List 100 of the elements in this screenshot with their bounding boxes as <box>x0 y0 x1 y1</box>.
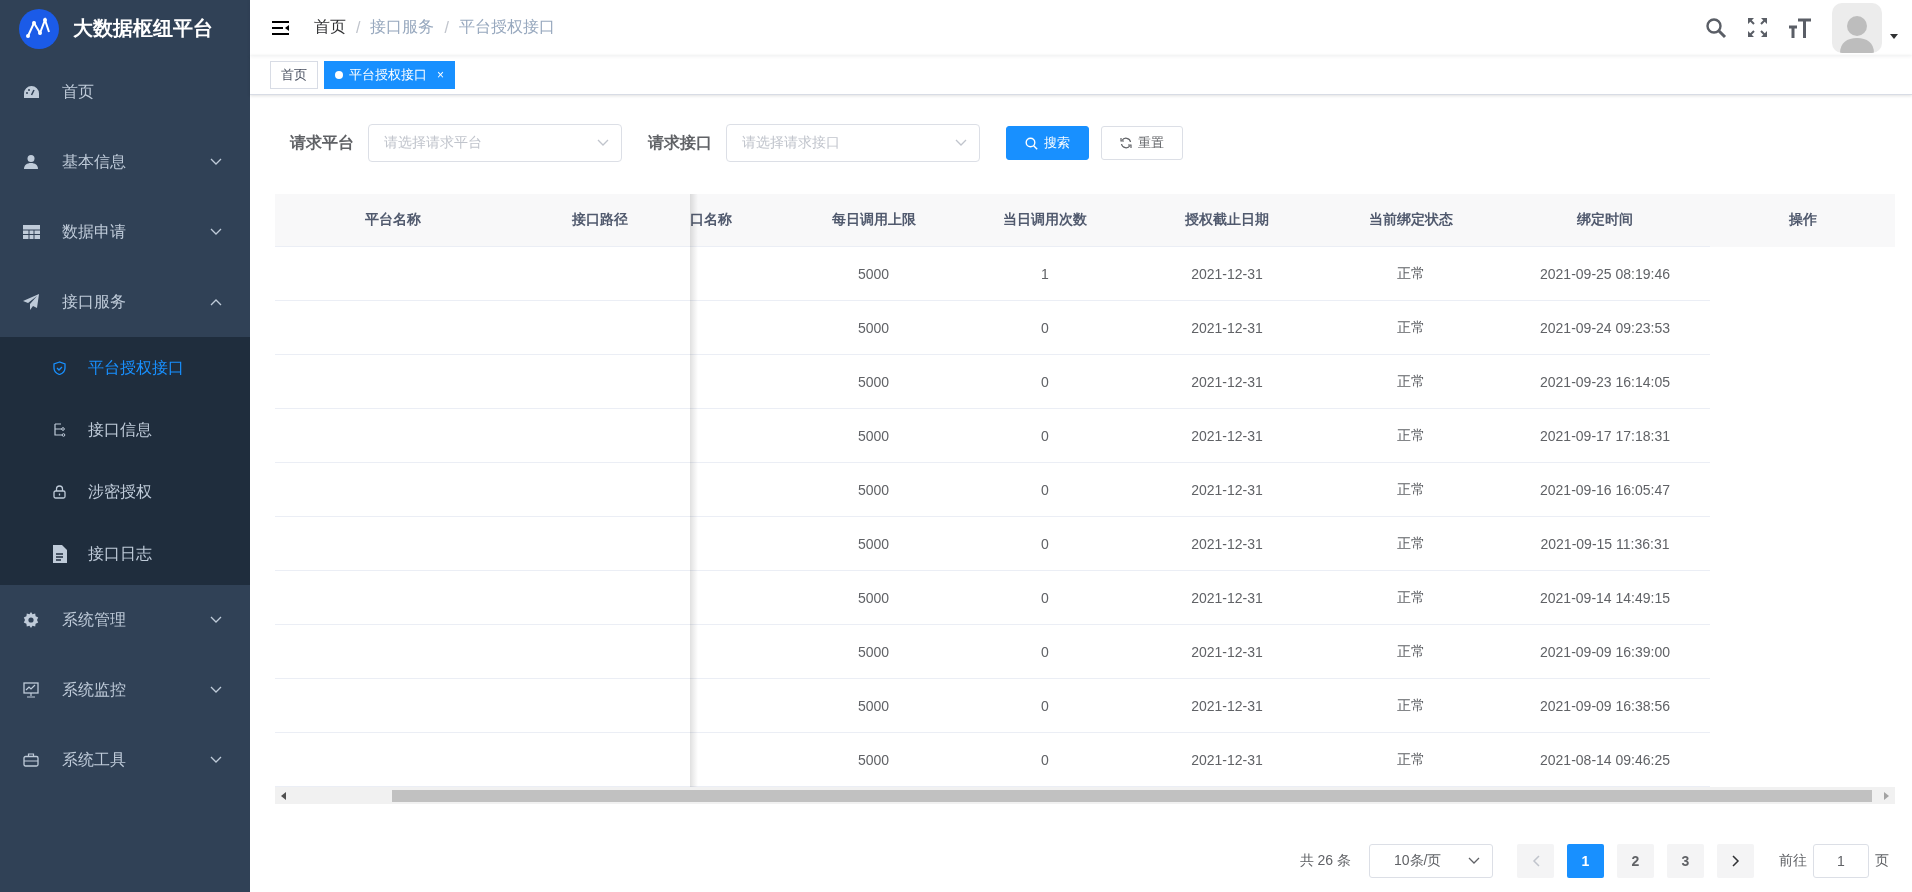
search-icon[interactable] <box>1705 16 1727 39</box>
shield-icon <box>52 361 66 375</box>
column-header: 接口路径 <box>572 211 628 229</box>
table-cell: 2021-12-31 <box>1191 751 1263 768</box>
table-cell: 0 <box>1041 535 1049 552</box>
goto-label: 前往 <box>1779 852 1807 870</box>
page-size-select[interactable]: 10条/页 <box>1369 844 1493 878</box>
chevron-right-icon <box>1731 855 1740 867</box>
table-cell: 正常 <box>1396 750 1425 769</box>
fullscreen-icon[interactable] <box>1747 17 1768 39</box>
table-cell: 5000 <box>857 589 890 606</box>
breadcrumb-item: 接口服务 <box>370 17 435 38</box>
menu-item[interactable]: 接口服务 <box>0 267 250 337</box>
table-cell: 5000 <box>857 265 890 282</box>
table-cell: 正常 <box>1396 480 1425 499</box>
table-cell: 正常 <box>1396 696 1425 715</box>
column-header: 授权截止日期 <box>1185 211 1269 229</box>
table-cell: 2021-09-25 08:19:46 <box>1540 265 1670 282</box>
table-cell: 0 <box>1041 697 1049 714</box>
reset-button[interactable]: 重置 <box>1101 126 1183 160</box>
field-label: 请求接口 <box>648 132 712 153</box>
refresh-icon <box>1120 137 1132 149</box>
total-count: 共 26 条 <box>1299 852 1351 870</box>
chevron-left-icon <box>1531 855 1540 867</box>
submenu-item[interactable]: 平台授权接口 <box>0 337 250 399</box>
gear-icon <box>23 612 39 628</box>
table-cell: 2021-09-15 11:36:31 <box>1540 535 1670 552</box>
table-cell: 2021-09-14 14:49:15 <box>1540 589 1670 606</box>
table-cell: 2021-09-17 17:18:31 <box>1540 427 1670 444</box>
table-cell: 正常 <box>1396 588 1425 607</box>
table-cell: 1 <box>1041 265 1049 282</box>
column-header: 口名称 <box>690 211 732 229</box>
table-cell: 2021-09-24 09:23:53 <box>1540 319 1670 336</box>
lock-icon <box>52 485 66 499</box>
page-button[interactable]: 2 <box>1617 844 1654 878</box>
breadcrumb-item[interactable]: 首页 <box>314 17 346 39</box>
column-header: 绑定时间 <box>1577 211 1633 229</box>
table-cell: 5000 <box>857 427 890 444</box>
chevron-down-icon <box>210 756 222 764</box>
column-header: 当前绑定状态 <box>1368 211 1453 229</box>
table-cell: 5000 <box>857 751 890 768</box>
page-button[interactable]: 3 <box>1667 844 1704 878</box>
menu-item[interactable]: 系统监控 <box>0 655 250 725</box>
table-cell: 2021-12-31 <box>1191 265 1263 282</box>
table-cell: 0 <box>1041 481 1049 498</box>
table-cell: 5000 <box>857 643 890 660</box>
menu-item[interactable]: 数据申请 <box>0 197 250 267</box>
breadcrumb-item: 平台授权接口 <box>458 17 555 38</box>
table-cell: 正常 <box>1396 534 1425 553</box>
table-cell: 0 <box>1041 319 1049 336</box>
table-cell: 5000 <box>857 535 890 552</box>
column-header: 平台名称 <box>364 211 421 229</box>
table-cell: 0 <box>1041 643 1049 660</box>
table-cell: 正常 <box>1396 372 1425 391</box>
submenu-item[interactable]: 涉密授权 <box>0 461 250 523</box>
menu-item[interactable]: 基本信息 <box>0 127 250 197</box>
menu-item[interactable]: 系统工具 <box>0 725 250 795</box>
app-title: 大数据枢纽平台 <box>73 16 213 41</box>
chevron-up-icon <box>210 298 222 306</box>
breadcrumb-separator: / <box>356 18 361 37</box>
next-page-button[interactable] <box>1717 844 1754 878</box>
page-input[interactable]: 1 <box>1813 844 1869 878</box>
document-icon <box>51 545 67 563</box>
search-icon <box>1025 136 1038 150</box>
table-cell: 0 <box>1041 427 1049 444</box>
table-cell: 0 <box>1041 589 1049 606</box>
page-suffix: 页 <box>1875 852 1889 870</box>
dot-icon <box>335 70 343 79</box>
breadcrumb-separator: / <box>444 18 449 37</box>
table-cell: 正常 <box>1396 426 1425 445</box>
table-cell: 0 <box>1041 751 1049 768</box>
menu-item[interactable]: 首页 <box>0 57 250 127</box>
table-cell: 2021-09-16 16:05:47 <box>1540 481 1670 498</box>
table-cell: 2021-08-14 09:46:25 <box>1540 751 1670 768</box>
table-cell: 5000 <box>857 697 890 714</box>
user-icon <box>23 154 39 170</box>
font-size-icon[interactable] <box>1788 16 1812 39</box>
dashboard-icon <box>22 85 40 99</box>
column-header: 操作 <box>1788 211 1817 229</box>
chevron-down-icon <box>210 686 222 694</box>
caret-icon[interactable] <box>1890 33 1898 39</box>
horizontal-scrollbar[interactable] <box>275 787 1895 804</box>
table-cell: 2021-12-31 <box>1191 535 1263 552</box>
chevron-down-icon <box>210 228 222 236</box>
table-cell: 2021-12-31 <box>1191 643 1263 660</box>
chevron-down-icon <box>210 158 222 166</box>
table-cell: 5000 <box>857 319 890 336</box>
submenu-item[interactable]: 接口信息 <box>0 399 250 461</box>
table-cell: 2021-09-23 16:14:05 <box>1540 373 1670 390</box>
table-cell: 正常 <box>1396 264 1425 283</box>
menu-item[interactable]: 系统管理 <box>0 585 250 655</box>
table-cell: 正常 <box>1396 318 1425 337</box>
left-arrow-icon[interactable] <box>281 791 286 800</box>
table-cell: 5000 <box>857 481 890 498</box>
chevron-down-icon <box>955 139 967 147</box>
tree-icon <box>52 423 66 437</box>
submenu-item[interactable]: 接口日志 <box>0 523 250 585</box>
table-cell: 2021-09-09 16:38:56 <box>1540 697 1670 714</box>
menu-icon[interactable] <box>272 20 290 35</box>
tab[interactable]: 首页 <box>270 60 318 89</box>
